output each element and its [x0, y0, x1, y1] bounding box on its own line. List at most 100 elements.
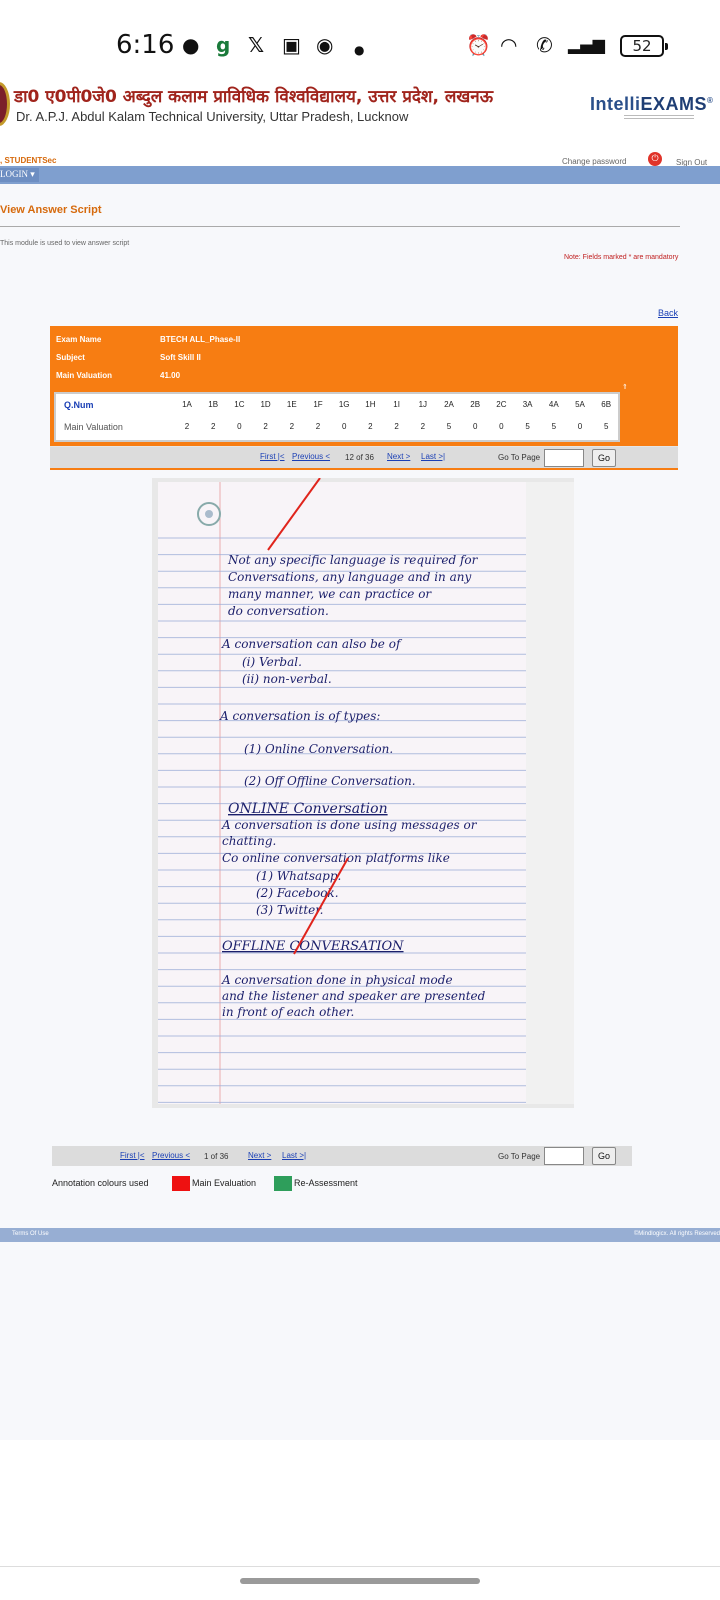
exam-name-label: Exam Name — [56, 335, 102, 344]
chat-icon: ● — [182, 33, 200, 57]
first-page-link[interactable]: First |< — [120, 1151, 145, 1160]
change-password-link[interactable]: Change password — [562, 157, 626, 166]
status-time: 6:16 — [116, 30, 175, 60]
username-label: , STUDENTSec — [0, 156, 57, 165]
site-header: डा0 ए0पी0जे0 अब्दुल कलाम प्राविधिक विश्व… — [0, 68, 720, 148]
marks-cell: 0 — [577, 422, 583, 431]
question-number-cell: 1B — [208, 400, 219, 409]
marks-cell: 0 — [237, 422, 242, 431]
site-footer: Terms Of Use ©Mindlogicx. All rights Res… — [0, 1228, 720, 1242]
battery-indicator: 52 — [620, 35, 668, 57]
valuation-label: Main Valuation — [56, 371, 113, 380]
exam-info-panel: Exam Name BTECH ALL_Phase-II Subject Sof… — [50, 326, 678, 470]
goto-page-label: Go To Page — [498, 453, 541, 462]
script-line: (i) Verbal. — [242, 655, 302, 669]
marks-cell: 5 — [525, 422, 530, 431]
nav-divider — [0, 1566, 720, 1567]
back-link[interactable]: Back — [658, 308, 678, 318]
home-indicator[interactable] — [240, 1578, 480, 1584]
question-number-cell: 1G — [338, 400, 350, 409]
brand-mark: ® — [707, 96, 714, 105]
brand-tagline — [624, 115, 694, 119]
question-number-cell: 6B — [601, 400, 612, 409]
marks-table: Q.Num Main Valuation 1A 1B 1C 1D 1E 1F 1G 1H 1I 1… — [54, 392, 620, 442]
last-page-link[interactable]: Last >| — [421, 452, 445, 461]
question-number-cell: 1H — [365, 400, 376, 409]
question-number-cell: 5A — [575, 400, 585, 409]
question-number-cell: 1F — [313, 400, 323, 409]
next-page-link[interactable]: Next > — [387, 452, 410, 461]
marks-cell: 2 — [368, 422, 373, 431]
script-line: A conversation is done using messages or — [221, 818, 478, 832]
marks-cell: 2 — [210, 422, 216, 431]
marks-cell: 2 — [420, 422, 426, 431]
script-line: A conversation done in physical mode — [221, 973, 453, 987]
script-line: many manner, we can practice or — [228, 587, 432, 601]
exam-name-value: BTECH ALL_Phase-II — [160, 335, 241, 344]
marks-cell: 2 — [263, 422, 268, 431]
marks-cell: 0 — [341, 422, 347, 431]
script-line: (1) Whatsapp. — [256, 869, 341, 883]
question-number-cell: 1J — [418, 400, 428, 409]
subject-label: Subject — [56, 353, 85, 362]
question-number-cell: 2B — [470, 400, 481, 409]
marks-cell: 0 — [499, 422, 504, 431]
answer-script-image: Not any specific language is required fo… — [152, 478, 574, 1108]
x-icon: 𝕏 — [248, 33, 265, 57]
question-number-cell: 1D — [260, 400, 271, 409]
question-number-cell: 1I — [393, 400, 400, 409]
module-description: This module is used to view answer scrip… — [0, 240, 130, 247]
next-page-link[interactable]: Next > — [248, 1151, 271, 1160]
script-line: Not any specific language is required fo… — [227, 553, 479, 567]
divider — [0, 226, 680, 227]
question-number-cell: 2C — [496, 400, 507, 409]
brand-part2: EXAMS — [640, 94, 708, 114]
previous-page-link[interactable]: Previous < — [292, 452, 330, 461]
script-line: chatting. — [222, 834, 276, 848]
dot-icon: ● — [354, 43, 365, 57]
marks-cell: 5 — [551, 422, 557, 431]
script-line: (2) Off Offline Conversation. — [244, 774, 416, 788]
go-button[interactable]: Go — [592, 449, 616, 467]
university-name-hindi: डा0 ए0पी0जे0 अब्दुल कलाम प्राविधिक विश्व… — [14, 87, 494, 107]
valuation-value: 41.00 — [160, 371, 181, 380]
marks-cell: 5 — [446, 422, 452, 431]
question-number-cell: 3A — [522, 400, 533, 409]
marks-cell: 2 — [184, 422, 190, 431]
goto-page-input[interactable] — [544, 449, 584, 467]
legend-label: Annotation colours used — [52, 1178, 149, 1188]
script-line: A conversation is of types: — [219, 709, 380, 723]
script-line: do conversation. — [228, 604, 329, 618]
script-line: Conversations, any language and in any — [228, 570, 471, 584]
first-page-link[interactable]: First |< — [260, 452, 285, 461]
goto-page-label: Go To Page — [498, 1152, 541, 1161]
terms-of-use-link[interactable]: Terms Of Use — [12, 1231, 49, 1237]
login-menu[interactable]: LOGIN ▾ — [0, 168, 39, 182]
answer-sheet: Not any specific language is required fo… — [152, 478, 574, 1108]
power-icon[interactable]: ⏻ — [648, 152, 662, 166]
marks-cell: 5 — [603, 422, 609, 431]
collapse-icon[interactable]: ⇑ — [622, 383, 628, 391]
reassessment-label: Re-Assessment — [294, 1178, 358, 1188]
script-line: in front of each other. — [222, 1005, 354, 1019]
intelliexams-logo: IntelliEXAMS® — [590, 94, 713, 115]
question-number-cell: 4A — [548, 400, 559, 409]
script-line: A conversation can also be of — [221, 637, 403, 651]
pager-top: First |< Previous < 12 of 36 Next > Last… — [50, 446, 678, 468]
previous-page-link[interactable]: Previous < — [152, 1151, 190, 1160]
goto-page-input[interactable] — [544, 1147, 584, 1165]
script-heading: ONLINE Conversation — [228, 801, 388, 817]
go-button[interactable]: Go — [592, 1147, 616, 1165]
call-icon: ✆ — [536, 33, 553, 57]
question-number-cell: 1C — [234, 400, 245, 409]
page-info: 1 of 36 — [204, 1152, 229, 1161]
last-page-link[interactable]: Last >| — [282, 1151, 306, 1160]
main-evaluation-label: Main Evaluation — [192, 1178, 257, 1188]
university-name-english: Dr. A.P.J. Abdul Kalam Technical Univers… — [16, 109, 409, 124]
question-number-cell: 2A — [444, 400, 454, 409]
script-line: (ii) non-verbal. — [242, 672, 332, 686]
question-number-cell: 1E — [286, 400, 297, 409]
qnum-header: Q.Num — [64, 400, 94, 410]
mandatory-note: Note: Fields marked * are mandatory — [564, 254, 679, 261]
marks-cell: 2 — [289, 422, 295, 431]
